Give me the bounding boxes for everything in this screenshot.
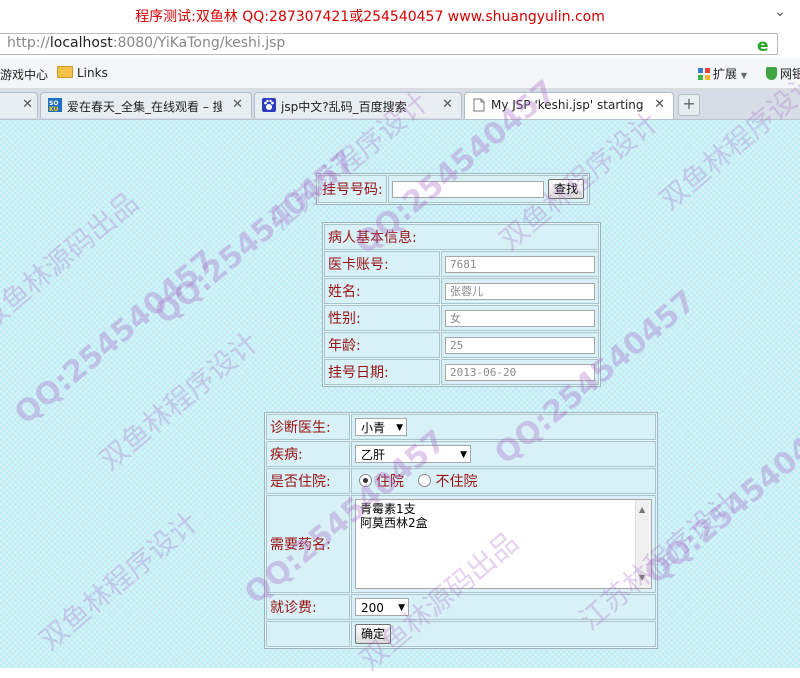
textarea-scrollbar[interactable]: ▲ ▼: [635, 500, 651, 588]
card-number-label: 医卡账号:: [324, 251, 440, 277]
doctor-select[interactable]: 小青 ▼: [355, 418, 407, 436]
baidu-paw-icon: [262, 98, 276, 112]
bookmarks-bar: 游戏中心 Links 扩展 ▼ 网银: [0, 58, 800, 89]
medicine-label: 需要药名:: [266, 495, 350, 593]
tab-strip: ✕ SO KU 爱在春天_全集_在线观看 – 搜索 ✕ jsp中文?乱码_百度搜索…: [0, 89, 800, 120]
watermark-text: 双鱼林源码出品: [0, 185, 145, 337]
radio-unchecked-icon: [418, 474, 432, 487]
name-field: [445, 282, 595, 300]
close-icon[interactable]: ✕: [442, 97, 453, 112]
url-input[interactable]: http://localhost:8080/YiKaTong/keshi.jsp…: [0, 33, 778, 55]
scroll-up-icon[interactable]: ▲: [639, 503, 645, 517]
dropdown-arrow-icon: ▼: [460, 450, 467, 460]
name-label: 姓名:: [324, 278, 440, 304]
page-icon: [473, 98, 485, 112]
dropdown-arrow-icon: ▼: [740, 71, 747, 80]
medicine-textarea[interactable]: 青霉素1支 阿莫西林2盒 ▲ ▼: [355, 499, 652, 589]
watermark-text: 双鱼林程序设计: [33, 505, 205, 657]
scroll-down-icon[interactable]: ▼: [639, 571, 645, 585]
watermark-qq: QQ:254540457: [8, 243, 223, 432]
dropdown-arrow-icon: ▼: [396, 423, 403, 433]
new-tab-button[interactable]: +: [678, 94, 700, 116]
tab-baidu-search[interactable]: jsp中文?乱码_百度搜索 ✕: [254, 92, 462, 118]
age-label: 年龄:: [324, 332, 440, 358]
tab-partial[interactable]: ✕: [0, 92, 38, 118]
radio-checked-icon: [359, 474, 372, 487]
age-field: [445, 336, 595, 354]
doctor-label: 诊断医生:: [266, 414, 350, 440]
page-content: 挂号号码: 查找 病人基本信息: 医卡账号: 姓名: 性别: 年龄:: [0, 66, 800, 677]
svg-text:e: e: [757, 36, 769, 54]
radio-hospitalize[interactable]: 住院: [359, 474, 404, 490]
window-title: 程序测试:双鱼林 QQ:287307421或254540457 www.shua…: [135, 9, 605, 25]
disease-select[interactable]: 乙肝 ▼: [355, 445, 471, 463]
close-icon[interactable]: ✕: [22, 97, 33, 112]
chevron-down-icon[interactable]: ⌄: [774, 4, 786, 20]
tab-aizaichuntian[interactable]: SO KU 爱在春天_全集_在线观看 – 搜索 ✕: [40, 92, 252, 118]
online-banking-button[interactable]: 网银: [766, 65, 800, 82]
bookmark-game-center[interactable]: 游戏中心: [0, 66, 48, 83]
patient-info-header: 病人基本信息:: [324, 224, 599, 250]
registration-date-field: [445, 363, 595, 381]
svg-text:KU: KU: [49, 106, 59, 112]
window-title-bar: 程序测试:双鱼林 QQ:287307421或254540457 www.shua…: [0, 0, 800, 30]
fee-select[interactable]: 200 ▼: [355, 598, 409, 616]
medicine-line: 阿莫西林2盒: [360, 516, 428, 530]
medicine-line: 青霉素1支: [360, 502, 416, 516]
ie-icon[interactable]: e: [755, 36, 773, 54]
search-button[interactable]: 查找: [548, 179, 585, 199]
soku-icon: SOKU: [48, 98, 62, 112]
bookmark-links-folder[interactable]: Links: [57, 66, 108, 80]
registration-number-label: 挂号号码:: [318, 175, 387, 203]
radio-not-hospitalize[interactable]: 不住院: [418, 474, 477, 490]
extensions-button[interactable]: 扩展 ▼: [698, 65, 747, 82]
registration-number-input[interactable]: [391, 181, 544, 198]
watermark-qq: QQ:254540457: [638, 403, 800, 592]
tab-keshi-jsp[interactable]: My JSP 'keshi.jsp' starting page ✕: [464, 92, 674, 119]
fee-label: 就诊费:: [266, 594, 350, 620]
watermark-text: 双鱼林程序设计: [93, 325, 265, 477]
gender-label: 性别:: [324, 305, 440, 331]
hospitalize-label: 是否住院:: [266, 468, 350, 494]
registration-date-label: 挂号日期:: [324, 359, 440, 385]
close-icon[interactable]: ✕: [654, 97, 665, 112]
diagnosis-form: 诊断医生: 小青 ▼ 疾病: 乙肝 ▼ 是否住院: 住院 不住院 需要药名: 青霉素…: [264, 412, 658, 649]
close-icon[interactable]: ✕: [232, 97, 243, 112]
card-number-field: [445, 255, 595, 273]
search-form: 挂号号码: 查找: [316, 173, 591, 205]
patient-info-table: 病人基本信息: 医卡账号: 姓名: 性别: 年龄: 挂号日期:: [322, 222, 601, 387]
shield-icon: [766, 67, 777, 80]
url-text: http://localhost:8080/YiKaTong/keshi.jsp: [7, 35, 286, 51]
extensions-icon: [698, 68, 710, 80]
disease-label: 疾病:: [266, 441, 350, 467]
confirm-button[interactable]: 确定: [355, 624, 392, 644]
address-bar: http://localhost:8080/YiKaTong/keshi.jsp…: [0, 30, 800, 58]
submit-spacer: [266, 621, 350, 647]
gender-field: [445, 309, 595, 327]
folder-icon: [57, 66, 73, 78]
dropdown-arrow-icon: ▼: [398, 603, 405, 613]
